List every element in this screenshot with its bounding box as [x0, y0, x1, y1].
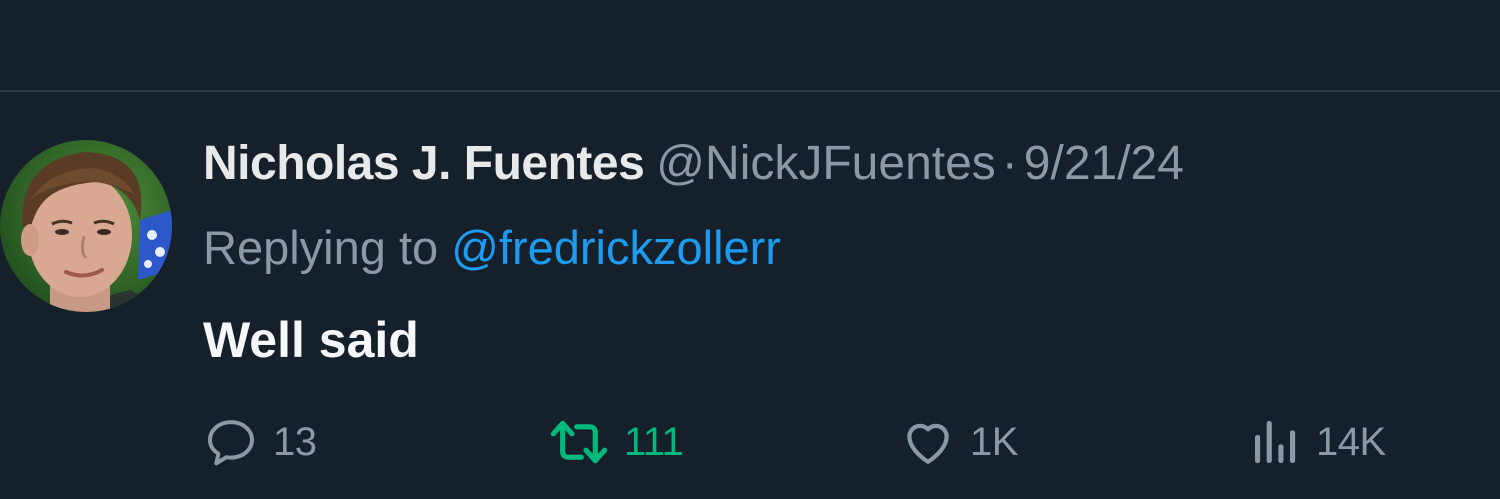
views-button[interactable]: 14K [1250, 410, 1386, 474]
tweet-text: Well said [203, 312, 419, 368]
replying-to-line: Replying to @fredrickzollerr [203, 216, 781, 280]
replying-to-mention[interactable]: @fredrickzollerr [451, 221, 781, 274]
like-count: 1K [970, 419, 1018, 464]
analytics-bars-icon [1255, 421, 1296, 463]
display-name[interactable]: Nicholas J. Fuentes [203, 137, 645, 190]
replying-to-label: Replying to [203, 221, 439, 274]
like-button[interactable]: 1K [900, 410, 1018, 474]
separator-dot: · [1001, 137, 1018, 190]
user-handle[interactable]: @NickJFuentes [656, 137, 996, 190]
retweet-count: 111 [624, 419, 684, 464]
avatar[interactable] [0, 140, 172, 312]
heart-icon [907, 423, 949, 464]
divider [0, 90, 1500, 92]
reply-button[interactable]: 13 [203, 410, 317, 474]
tweet-actions: 13 111 1K 14K [0, 410, 1500, 474]
views-count: 14K [1316, 419, 1386, 464]
retweet-button[interactable]: 111 [548, 410, 684, 474]
retweet-icon [550, 420, 608, 464]
reply-count: 13 [273, 419, 317, 464]
tweet-header: Nicholas J. Fuentes @NickJFuentes · 9/21/24 [203, 132, 1184, 196]
avatar-image [0, 140, 172, 312]
reply-bubble-icon [208, 420, 254, 466]
tweet-date[interactable]: 9/21/24 [1024, 137, 1184, 190]
